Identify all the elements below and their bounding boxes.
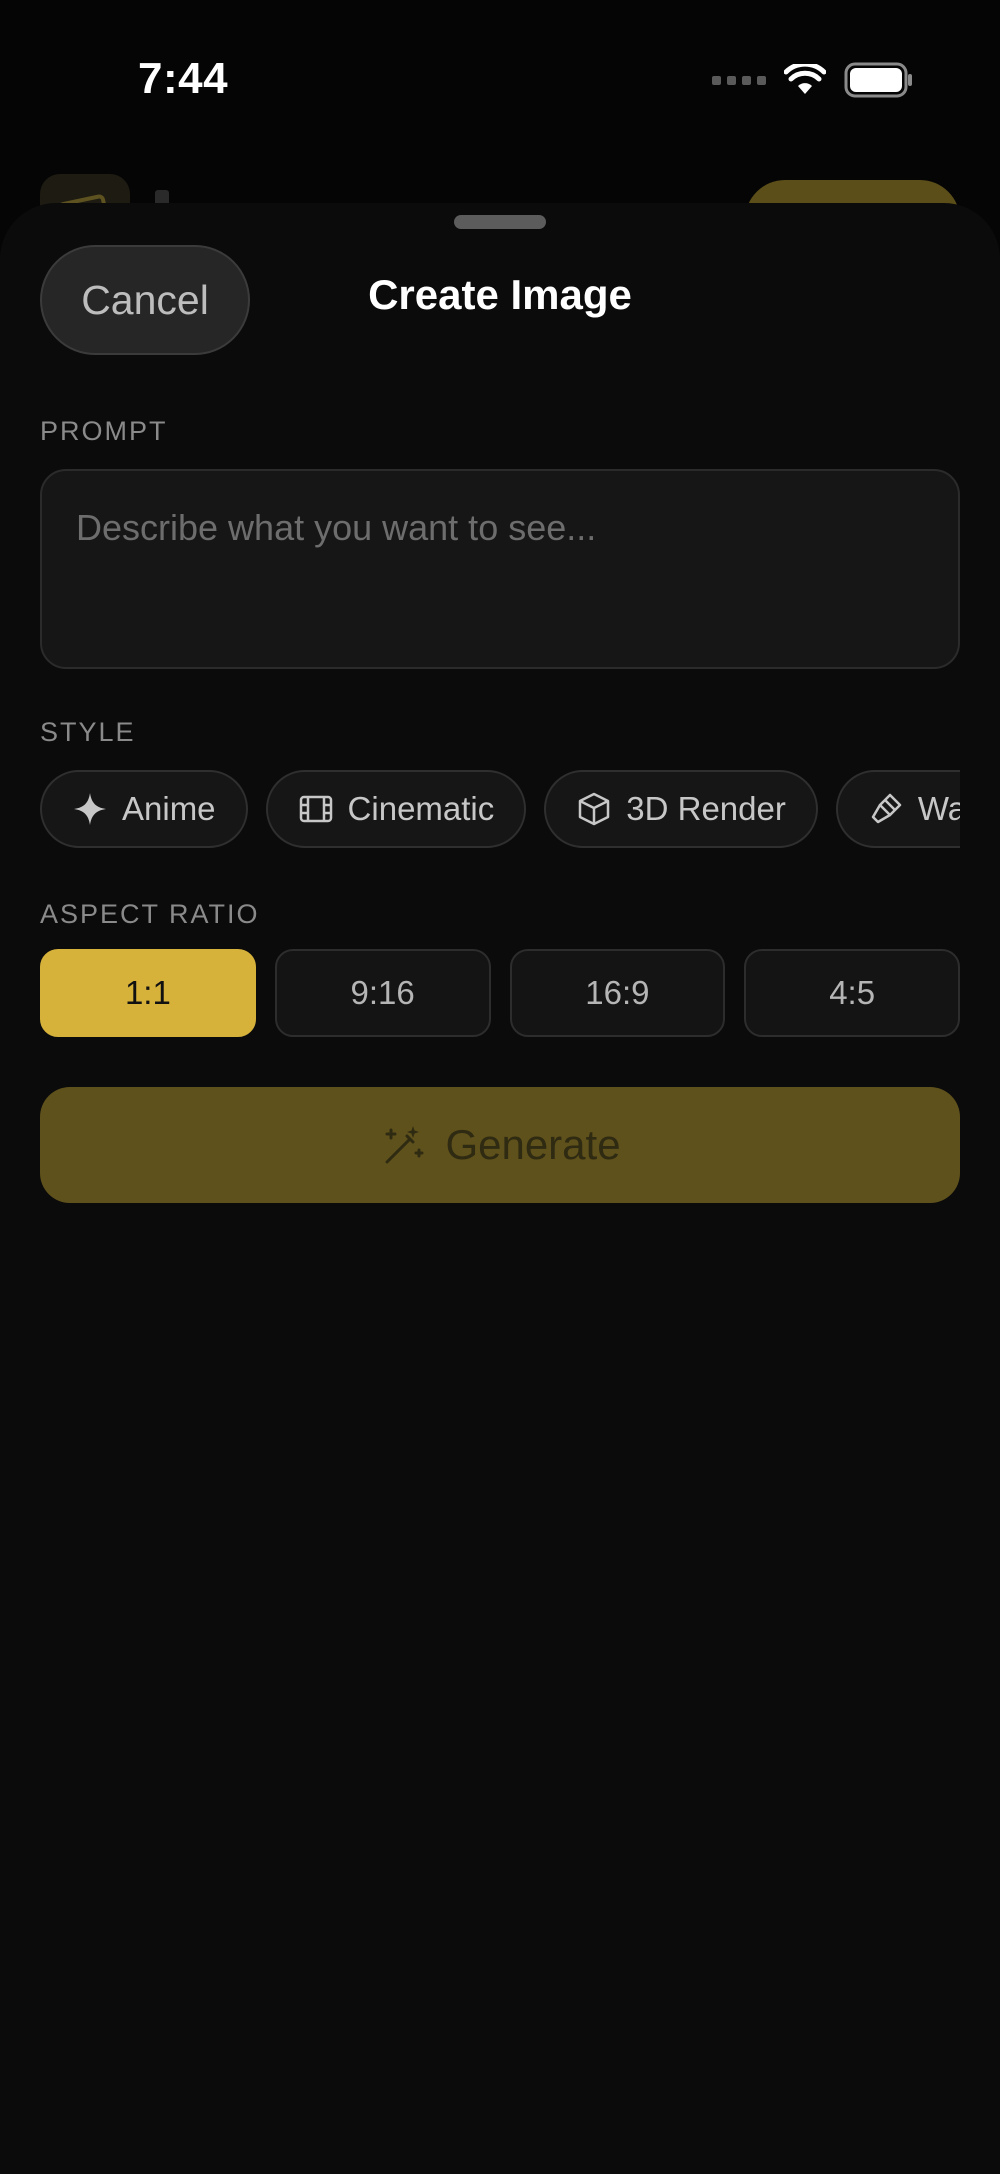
style-chip-label: Cinematic bbox=[347, 790, 495, 827]
prompt-section-label: PROMPT bbox=[40, 416, 168, 446]
style-chip-label: Waterc bbox=[917, 790, 960, 827]
aspect-ratio-1-1[interactable]: 1:1 bbox=[40, 949, 256, 1037]
aspect-ratio-section-label: ASPECT RATIO bbox=[40, 899, 260, 929]
create-image-sheet: Cancel Create Image PROMPT STYLE Anime bbox=[0, 203, 1000, 2174]
aspect-ratio-9-16[interactable]: 9:16 bbox=[274, 949, 491, 1037]
generate-label: Generate bbox=[445, 1121, 621, 1168]
screen: 7:44 Cancel Create Image PROMPT Describe… bbox=[0, 0, 1000, 2174]
generate-button[interactable]: Generate bbox=[40, 1087, 960, 1203]
status-time: 7:44 bbox=[138, 54, 229, 103]
style-chip-cinematic[interactable]: Cinematic bbox=[265, 770, 527, 848]
cube-icon bbox=[579, 792, 610, 826]
status-indicators bbox=[712, 60, 914, 100]
style-chip-3d-render[interactable]: 3D Render bbox=[544, 770, 818, 848]
magic-wand-icon bbox=[385, 1126, 424, 1164]
sheet-title: Create Image bbox=[368, 271, 632, 318]
aspect-ratio-options: 1:1 9:16 16:9 4:5 bbox=[40, 949, 960, 1039]
style-chip-label: 3D Render bbox=[626, 790, 786, 827]
prompt-input[interactable] bbox=[76, 507, 924, 631]
style-chip-anime[interactable]: Anime bbox=[40, 770, 248, 848]
battery-icon bbox=[844, 62, 912, 98]
status-bar: 7:44 bbox=[0, 0, 1000, 160]
wifi-icon bbox=[784, 64, 826, 94]
style-chip-watercolor[interactable]: Waterc bbox=[835, 770, 960, 848]
paintbrush-icon bbox=[871, 793, 902, 824]
style-chip-row[interactable]: Anime Cinematic 3D Render Wa bbox=[40, 770, 960, 850]
aspect-ratio-4-5[interactable]: 4:5 bbox=[744, 949, 960, 1037]
prompt-box bbox=[40, 469, 960, 669]
sparkle-icon bbox=[74, 793, 106, 825]
sheet-grabber[interactable] bbox=[454, 215, 546, 229]
style-chip-label: Anime bbox=[122, 790, 216, 827]
aspect-ratio-16-9[interactable]: 16:9 bbox=[509, 949, 726, 1037]
film-icon bbox=[299, 795, 332, 823]
style-section-label: STYLE bbox=[40, 717, 136, 747]
cellular-signal-icon bbox=[712, 75, 766, 85]
